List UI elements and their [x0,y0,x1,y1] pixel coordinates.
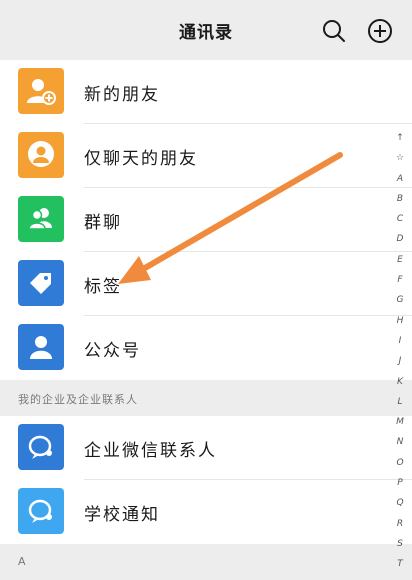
row-tags[interactable]: 标签 [0,252,412,316]
section-title: 我的企业及企业联系人 [18,393,138,406]
row-label: 公众号 [84,341,141,361]
section-header-a: A [0,544,412,580]
alphabet-index[interactable]: ↑ ☆ A B C D E F G H I J K L M N O P Q R S T [392,128,408,575]
index-letter[interactable]: E [392,250,408,270]
index-letter[interactable]: T [392,554,408,574]
index-letter[interactable]: S [392,534,408,554]
row-wecom-contacts[interactable]: 企业微信联系人 [0,416,412,480]
contacts-list: 新的朋友 仅聊天的朋友 群聊 标签 公众号 我的企业及企业联系人 企业微信联系人… [0,60,412,580]
index-letter[interactable]: G [392,290,408,310]
index-letter[interactable]: D [392,229,408,249]
page-title: 通讯录 [179,23,233,43]
search-icon[interactable] [321,18,347,44]
row-official-accounts[interactable]: 公众号 [0,316,412,380]
row-chat-only-friends[interactable]: 仅聊天的朋友 [0,124,412,188]
index-letter[interactable]: ↑ [392,128,408,148]
index-letter[interactable]: I [392,331,408,351]
index-letter[interactable]: O [392,453,408,473]
official-account-icon [18,324,64,370]
index-letter[interactable]: L [392,392,408,412]
row-group-chats[interactable]: 群聊 [0,188,412,252]
index-letter[interactable]: M [392,412,408,432]
index-letter[interactable]: H [392,311,408,331]
chat-only-friend-icon [18,132,64,178]
row-label: 群聊 [84,213,122,233]
index-letter[interactable]: A [392,169,408,189]
index-letter[interactable]: K [392,372,408,392]
row-label: 企业微信联系人 [84,441,217,461]
index-letter[interactable]: R [392,514,408,534]
index-letter[interactable]: ☆ [392,148,408,168]
top-bar: 通讯录 [0,0,412,60]
row-new-friends[interactable]: 新的朋友 [0,60,412,124]
row-label: 仅聊天的朋友 [84,149,198,169]
index-letter[interactable]: C [392,209,408,229]
index-letter[interactable]: Q [392,493,408,513]
group-chat-icon [18,196,64,242]
index-letter[interactable]: F [392,270,408,290]
section-header-enterprise: 我的企业及企业联系人 [0,380,412,416]
section-title: A [18,555,27,568]
add-friend-icon [18,68,64,114]
index-letter[interactable]: P [392,473,408,493]
row-label: 标签 [84,277,122,297]
row-label: 新的朋友 [84,85,160,105]
row-label: 学校通知 [84,505,160,525]
wecom-contact-icon [18,424,64,470]
tag-icon [18,260,64,306]
school-notice-icon [18,488,64,534]
index-letter[interactable]: N [392,432,408,452]
plus-circle-icon[interactable] [367,18,393,44]
index-letter[interactable]: J [392,351,408,371]
row-school-notices[interactable]: 学校通知 [0,480,412,544]
index-letter[interactable]: B [392,189,408,209]
